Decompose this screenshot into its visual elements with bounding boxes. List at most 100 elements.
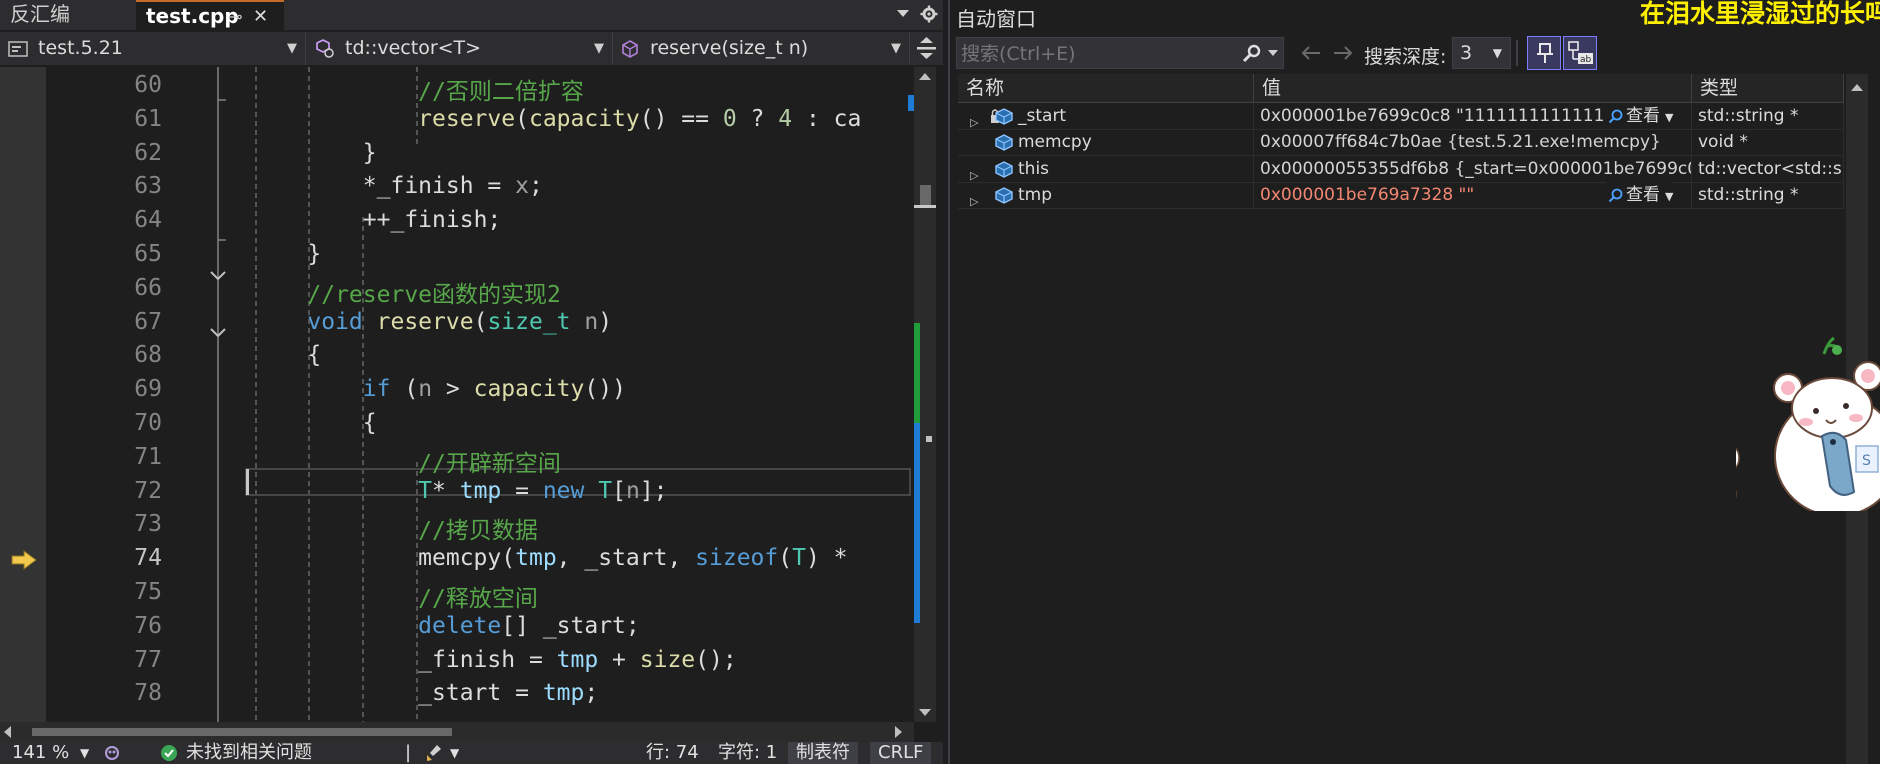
code-line[interactable]: *_finish = x;: [252, 173, 543, 199]
pin-view-button[interactable]: [1527, 36, 1561, 70]
code-token: (: [501, 545, 516, 572]
code-line[interactable]: {: [252, 342, 321, 368]
code-line[interactable]: if (n > capacity()): [252, 376, 626, 402]
issues-status[interactable]: 未找到相关问题: [186, 742, 312, 764]
autos-value-cell[interactable]: 0x00007ff684c7b0ae {test.5.21.exe!memcpy…: [1254, 129, 1692, 156]
expand-arrow-icon[interactable]: ▷: [970, 163, 978, 182]
code-line[interactable]: //reserve函数的实现2: [252, 275, 561, 309]
code-token: =: [473, 173, 516, 200]
search-previous-arrow-icon[interactable]: [1300, 44, 1322, 62]
expand-arrow-icon[interactable]: ▷: [970, 110, 978, 129]
column-header-name[interactable]: 名称: [958, 74, 1254, 102]
autos-search-input[interactable]: [957, 38, 1233, 70]
visualizer-button[interactable]: 查看 ▼: [1606, 181, 1674, 208]
code-line[interactable]: }: [252, 140, 377, 166]
code-line[interactable]: //开辟新空间: [252, 444, 561, 478]
copilot-icon[interactable]: [102, 744, 122, 762]
code-token: //reserve函数的实现2: [307, 281, 561, 308]
project-combo[interactable]: test.5.21 ▼: [0, 32, 306, 65]
code-line[interactable]: delete[] _start;: [252, 613, 640, 639]
zoom-dropdown-icon[interactable]: ▼: [80, 742, 89, 764]
autos-row[interactable]: ▷ this 0x00000055355df6b8 {_start=0x000001…: [958, 155, 1844, 183]
visualizer-dropdown-icon: ▼: [1665, 189, 1674, 203]
editor-vertical-scrollbar[interactable]: [914, 67, 936, 722]
code-line[interactable]: T* tmp = new T[n];: [252, 478, 667, 504]
code-token: ()): [584, 376, 626, 403]
code-token: >: [432, 376, 474, 403]
code-token: tmp: [556, 646, 599, 673]
column-indicator[interactable]: 字符: 1: [718, 742, 777, 764]
autos-row[interactable]: ▷ tmp 0x000001be769a7328 "" 查看 ▼ std::string …: [958, 181, 1844, 209]
line-ending-indicator[interactable]: CRLF: [870, 742, 932, 764]
member-combo[interactable]: reserve(size_t n) ▼: [613, 32, 910, 65]
autos-value-cell[interactable]: 0x00000055355df6b8 {_start=0x000001be769…: [1254, 155, 1692, 182]
expand-arrow-icon[interactable]: ▷: [970, 189, 978, 208]
editor-horizontal-scrollbar[interactable]: [0, 722, 914, 742]
project-name: test.5.21: [38, 37, 123, 59]
code-token: _start: [542, 612, 626, 639]
code-token: memcpy: [418, 545, 502, 572]
code-token: tmp: [515, 545, 557, 572]
autos-row[interactable]: memcpy 0x00007ff684c7b0ae {test.5.21.exe!…: [958, 129, 1844, 157]
code-line[interactable]: //释放空间: [252, 579, 538, 613]
visualizer-label: 查看: [1626, 106, 1660, 126]
line-number: 62: [134, 139, 162, 166]
split-editor-button[interactable]: [910, 32, 943, 65]
magnifier-icon: [1608, 108, 1624, 124]
code-token: reserve: [376, 308, 474, 335]
code-line[interactable]: }: [252, 241, 321, 267]
code-line[interactable]: reserve(capacity() == 0 ? 4 : ca: [252, 106, 861, 132]
code-token: capacity: [528, 105, 640, 132]
variable-value: 0x00007ff684c7b0ae {test.5.21.exe!memcpy…: [1260, 132, 1661, 153]
autos-type-cell: std::string *: [1692, 181, 1844, 208]
close-tab-icon[interactable]: ✕: [253, 2, 268, 31]
code-token: ): [598, 308, 613, 335]
class-combo[interactable]: td::vector<T> ▼: [306, 32, 613, 65]
code-token: }: [252, 139, 377, 166]
code-editor[interactable]: 60 //否则二倍扩容 61 reserve(capacity() == 0 ? …: [46, 67, 914, 722]
code-token: ca: [833, 105, 862, 132]
tab-disassembly[interactable]: 反汇编: [0, 0, 136, 30]
code-line[interactable]: memcpy(tmp, _start, sizeof(T) *: [252, 545, 847, 572]
line-number: 68: [134, 342, 162, 369]
search-next-arrow-icon[interactable]: [1332, 44, 1354, 62]
code-line[interactable]: //否则二倍扩容: [252, 72, 584, 106]
code-line[interactable]: void reserve(size_t n): [252, 309, 612, 335]
search-depth-select[interactable]: 3 ▼: [1452, 37, 1511, 69]
visualizer-label: 查看: [1626, 184, 1660, 205]
indent-mode-indicator[interactable]: 制表符: [788, 742, 858, 764]
code-token: () ==: [639, 105, 723, 132]
autos-value-cell[interactable]: 0x000001be769a7328 "" 查看 ▼: [1254, 181, 1692, 208]
code-line[interactable]: ++_finish;: [252, 207, 502, 233]
gear-icon[interactable]: [920, 5, 938, 23]
tab-list-dropdown-icon[interactable]: [896, 8, 910, 18]
column-header-value[interactable]: 值: [1254, 74, 1692, 102]
visualizer-button[interactable]: 查看 ▼: [1606, 103, 1674, 129]
tab-test-cpp[interactable]: test.cpp ⊸ ✕: [136, 0, 284, 30]
code-line[interactable]: _finish = tmp + size();: [252, 647, 737, 673]
code-token: n: [418, 376, 433, 403]
code-line[interactable]: {: [252, 410, 377, 436]
search-icon[interactable]: [1241, 44, 1263, 64]
autos-search-box[interactable]: [956, 37, 1284, 70]
column-header-type[interactable]: 类型: [1692, 74, 1844, 102]
cleanup-dropdown-icon[interactable]: ▼: [450, 742, 459, 764]
autos-row[interactable]: ▷ _start 0x000001be7699c0c8 "1111111111111…: [958, 103, 1844, 130]
code-line[interactable]: //拷贝数据: [252, 511, 538, 545]
search-options-dropdown-icon[interactable]: [1267, 49, 1279, 57]
field-icon: [991, 185, 1015, 205]
zoom-level[interactable]: 141 %: [12, 742, 69, 764]
raw-format-button[interactable]: ab: [1563, 36, 1597, 70]
line-indicator[interactable]: 行: 74: [646, 742, 699, 764]
breakpoint-gutter[interactable]: [0, 67, 46, 722]
autos-value-cell[interactable]: 0x000001be7699c0c8 "11111111111111... 查看 ▼: [1254, 103, 1692, 129]
code-token: ;: [584, 680, 599, 707]
code-line[interactable]: _start = tmp;: [252, 680, 598, 706]
cleanup-brush-icon[interactable]: [424, 744, 444, 762]
pin-tab-icon[interactable]: ⊸: [229, 2, 242, 31]
